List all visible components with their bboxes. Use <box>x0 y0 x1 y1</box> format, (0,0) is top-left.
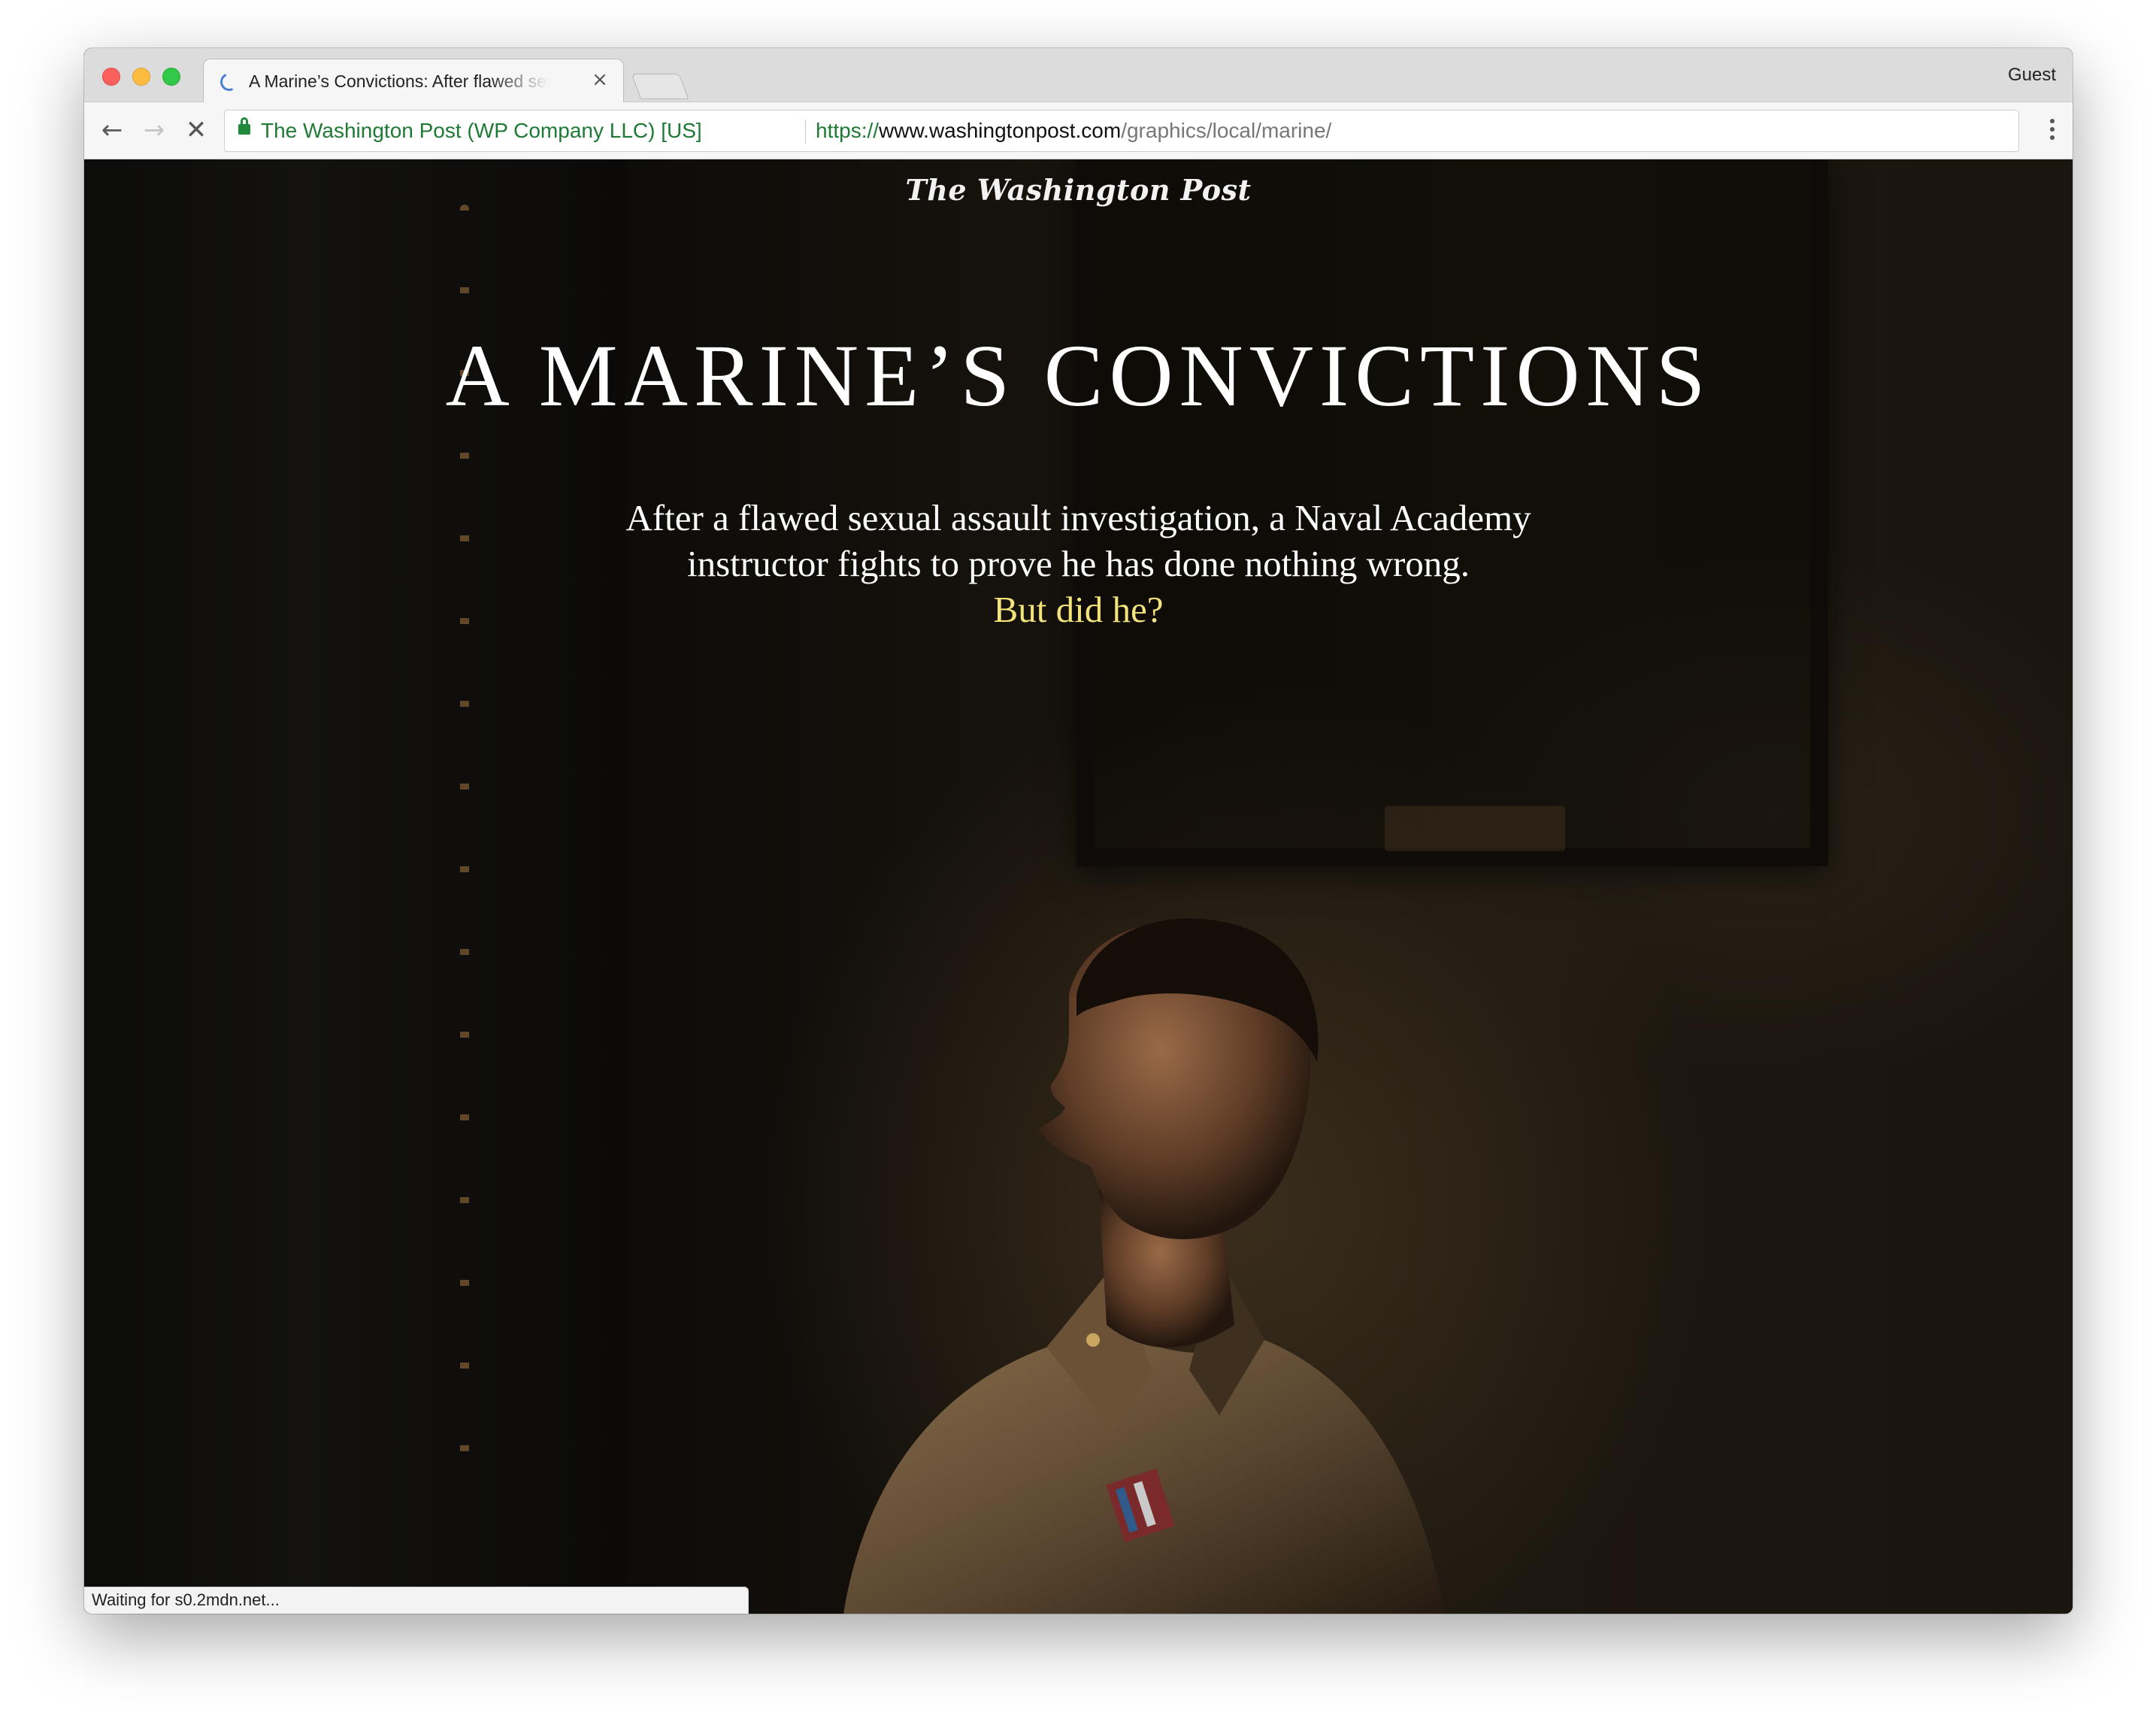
close-window-button[interactable] <box>102 68 120 86</box>
omnibox-divider <box>805 120 806 144</box>
dek-line-1: After a flawed sexual assault investigat… <box>625 497 1531 538</box>
lock-icon[interactable] <box>238 117 250 135</box>
url-text[interactable]: https://www.washingtonpost.com/graphics/… <box>816 111 1331 151</box>
new-tab-button[interactable] <box>631 74 689 99</box>
hero-photo-subject <box>843 918 1445 1614</box>
maximize-window-button[interactable] <box>162 68 180 86</box>
more-menu-icon[interactable] <box>2049 119 2056 143</box>
tab-active[interactable]: A Marine’s Convictions: After flawed sex… <box>203 59 624 104</box>
toolbar: ← → ✕ The Washington Post (WP Company LL… <box>84 102 2073 159</box>
hero-photo-plaque <box>1385 806 1565 851</box>
article-dek: After a flawed sexual assault investigat… <box>84 495 2073 632</box>
url-path: /graphics/local/marine/ <box>1121 119 1332 142</box>
back-arrow-icon[interactable]: ← <box>95 113 129 147</box>
url-host: www.washingtonpost.com <box>879 119 1122 142</box>
article-hero: The Washington Post A MARINE’S CONVICTIO… <box>84 159 2073 1614</box>
address-bar[interactable]: The Washington Post (WP Company LLC) [US… <box>224 110 2019 152</box>
url-scheme: https:// <box>816 119 880 142</box>
tab-strip: A Marine’s Convictions: After flawed sex… <box>84 48 2073 104</box>
dek-highlight: But did he? <box>993 589 1164 630</box>
minimize-window-button[interactable] <box>132 68 150 86</box>
tab-close-icon[interactable]: × <box>589 68 611 91</box>
stop-loading-icon[interactable]: ✕ <box>179 113 213 147</box>
ev-certificate-name[interactable]: The Washington Post (WP Company LLC) [US… <box>261 111 702 151</box>
forward-arrow-icon[interactable]: → <box>137 113 171 147</box>
dek-line-2: instructor fights to prove he has done n… <box>686 543 1470 584</box>
status-bubble: Waiting for s0.2mdn.net... <box>84 1587 749 1614</box>
tab-title: A Marine’s Convictions: After flawed sex… <box>249 71 550 91</box>
profile-label[interactable]: Guest <box>2008 65 2056 86</box>
publication-logo[interactable]: The Washington Post <box>84 173 2073 207</box>
article-headline: A MARINE’S CONVICTIONS <box>445 326 1712 425</box>
loading-spinner-icon <box>217 70 241 94</box>
browser-window: A Marine’s Convictions: After flawed sex… <box>84 48 2073 1614</box>
